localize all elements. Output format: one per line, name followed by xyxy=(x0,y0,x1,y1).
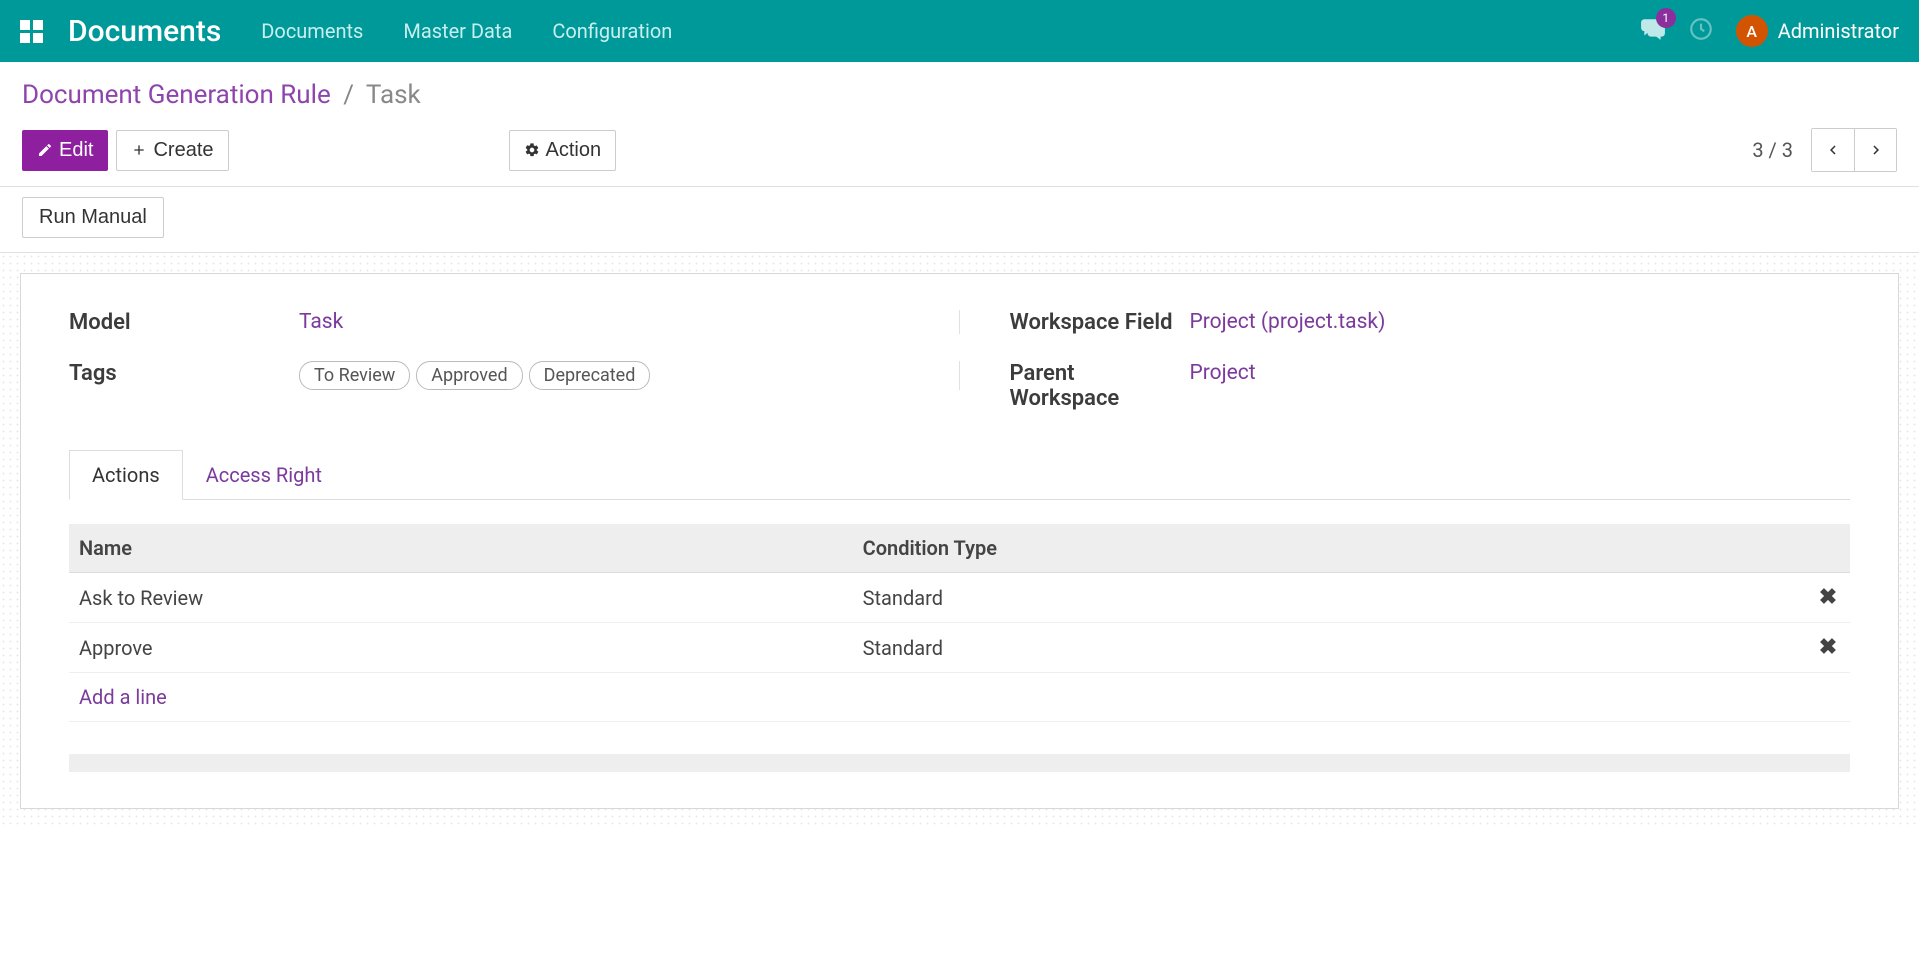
tags-label: Tags xyxy=(69,361,299,386)
add-line-link[interactable]: Add a line xyxy=(79,685,167,709)
apps-icon[interactable] xyxy=(20,20,43,43)
cell-name: Approve xyxy=(69,623,853,673)
table-row-add: Add a line xyxy=(69,673,1850,722)
status-bar: Run Manual xyxy=(0,187,1919,253)
edit-button[interactable]: Edit xyxy=(22,130,108,171)
model-value[interactable]: Task xyxy=(299,310,343,334)
action-button-label: Action xyxy=(546,139,602,162)
tag-to-review[interactable]: To Review xyxy=(299,361,410,390)
control-bar: Document Generation Rule / Task Edit Cre… xyxy=(0,62,1919,187)
messages-icon[interactable]: 1 xyxy=(1640,16,1666,46)
form-sheet: Model Task Workspace Field Project (proj… xyxy=(20,273,1899,809)
table-footer-bar xyxy=(69,754,1850,772)
chevron-left-icon xyxy=(1824,141,1842,159)
breadcrumb-parent[interactable]: Document Generation Rule xyxy=(22,80,331,110)
gear-icon xyxy=(524,142,540,158)
cell-condition: Standard xyxy=(853,623,1806,673)
nav-link-documents[interactable]: Documents xyxy=(261,19,363,43)
edit-button-label: Edit xyxy=(59,139,93,162)
pager-prev-button[interactable] xyxy=(1812,129,1854,171)
username: Administrator xyxy=(1778,19,1899,43)
run-manual-button[interactable]: Run Manual xyxy=(22,197,164,238)
parent-workspace-value[interactable]: Project xyxy=(1190,361,1256,385)
delete-row-icon[interactable]: ✖ xyxy=(1819,585,1837,610)
tags-container: To Review Approved Deprecated xyxy=(299,361,960,390)
model-label: Model xyxy=(69,310,299,335)
cell-name: Ask to Review xyxy=(69,573,853,623)
cell-condition: Standard xyxy=(853,573,1806,623)
activity-clock-icon[interactable] xyxy=(1688,16,1714,46)
tag-deprecated[interactable]: Deprecated xyxy=(529,361,651,390)
tab-access-right[interactable]: Access Right xyxy=(183,450,345,500)
workspace-field-label: Workspace Field xyxy=(960,310,1190,335)
chevron-right-icon xyxy=(1867,141,1885,159)
action-button[interactable]: Action xyxy=(509,130,617,171)
delete-row-icon[interactable]: ✖ xyxy=(1819,635,1837,660)
th-name[interactable]: Name xyxy=(69,524,853,573)
create-button[interactable]: Create xyxy=(116,130,228,171)
workspace-field-value[interactable]: Project (project.task) xyxy=(1190,310,1386,334)
messages-badge: 1 xyxy=(1656,8,1676,28)
run-manual-label: Run Manual xyxy=(39,206,147,229)
table-row[interactable]: Ask to Review Standard ✖ xyxy=(69,573,1850,623)
create-button-label: Create xyxy=(153,139,213,162)
pager-text: 3 / 3 xyxy=(1752,138,1793,162)
breadcrumb-sep: / xyxy=(343,80,354,110)
parent-workspace-label: Parent Workspace xyxy=(960,361,1190,411)
tabs: Actions Access Right xyxy=(69,449,1850,500)
app-title[interactable]: Documents xyxy=(68,14,221,49)
table-row[interactable]: Approve Standard ✖ xyxy=(69,623,1850,673)
tab-actions[interactable]: Actions xyxy=(69,450,183,500)
pager-next-button[interactable] xyxy=(1854,129,1896,171)
breadcrumb-current: Task xyxy=(366,80,421,110)
avatar: A xyxy=(1736,15,1768,47)
tag-approved[interactable]: Approved xyxy=(416,361,522,390)
plus-icon xyxy=(131,142,147,158)
pencil-icon xyxy=(37,142,53,158)
nav-link-configuration[interactable]: Configuration xyxy=(552,19,672,43)
top-nav: Documents Documents Master Data Configur… xyxy=(0,0,1919,62)
actions-table: Name Condition Type Ask to Review Standa… xyxy=(69,524,1850,722)
nav-link-master-data[interactable]: Master Data xyxy=(403,19,512,43)
breadcrumb: Document Generation Rule / Task xyxy=(22,80,1897,110)
th-condition-type[interactable]: Condition Type xyxy=(853,524,1806,573)
user-menu[interactable]: A Administrator xyxy=(1736,15,1899,47)
